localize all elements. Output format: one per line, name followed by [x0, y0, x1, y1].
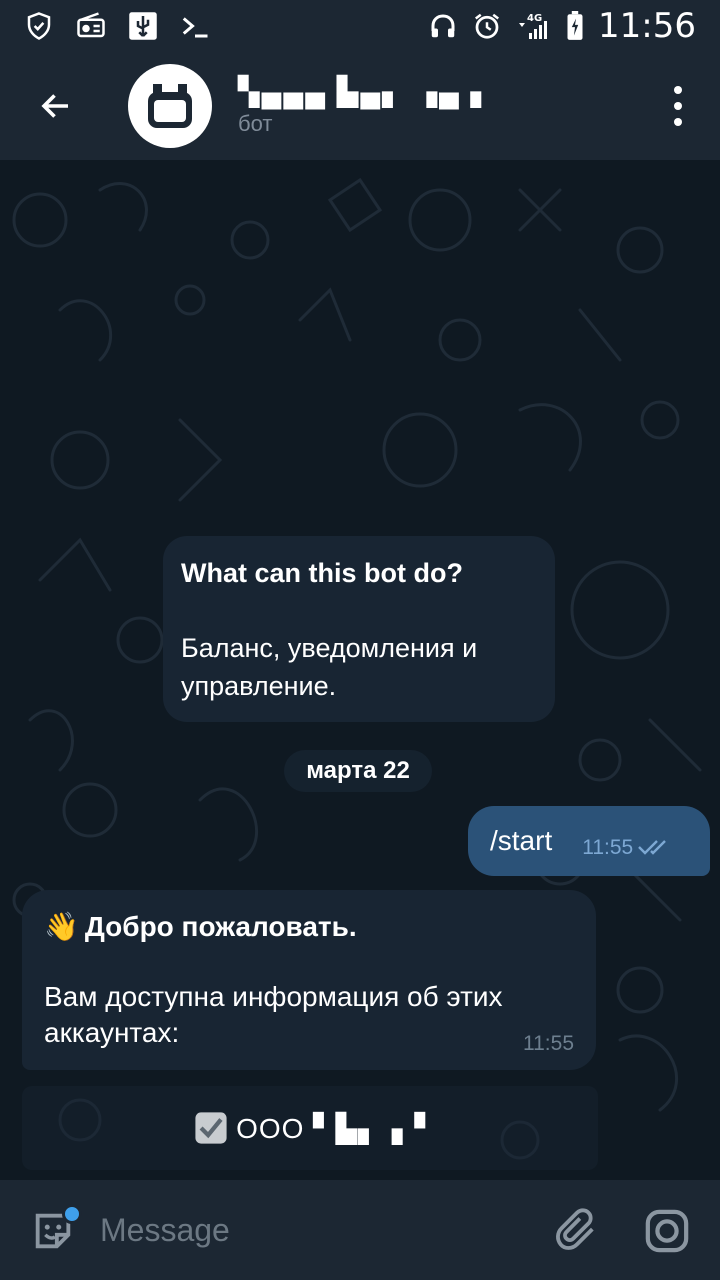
- radio-icon: [77, 12, 105, 38]
- terminal-icon: [182, 17, 208, 38]
- waving-hand-icon: 👋: [44, 911, 79, 942]
- outgoing-message[interactable]: /start 11:55: [468, 806, 710, 876]
- usb-icon: [129, 12, 157, 40]
- headphones-icon: [431, 14, 455, 38]
- avatar[interactable]: [128, 64, 212, 148]
- bot-info-title: What can this bot do?: [181, 558, 463, 588]
- date-separator: марта 22: [284, 750, 432, 792]
- account-keyboard-label: ООО ▘▙▖▗▝: [236, 1112, 426, 1144]
- message-time: 11:55: [523, 1032, 574, 1055]
- camera-icon[interactable]: [644, 1208, 690, 1254]
- more-menu-button[interactable]: [666, 82, 690, 130]
- back-button[interactable]: [28, 78, 84, 134]
- chat-title[interactable]: ▚▄▄▄ ▙▄▖ ▗▄ ▖: [238, 75, 494, 109]
- message-composer: [0, 1180, 720, 1280]
- bot-info-card: What can this bot do? Баланс, уведомлени…: [163, 536, 555, 722]
- shield-icon: [27, 12, 51, 40]
- network-label: 4G: [527, 13, 542, 24]
- chat-subtitle: бот: [238, 111, 273, 136]
- paperclip-icon[interactable]: [554, 1208, 600, 1254]
- battery-icon: [567, 11, 583, 40]
- message-text: Вам доступна информация об этих аккаунта…: [44, 981, 503, 1048]
- message-input[interactable]: [100, 1204, 520, 1256]
- double-check-icon: [638, 840, 667, 855]
- bot-info-description: Баланс, уведомления и управление.: [181, 633, 478, 701]
- message-time: 11:55: [582, 836, 634, 859]
- account-keyboard-button[interactable]: ООО ▘▙▖▗▝: [22, 1086, 598, 1170]
- notification-dot: [62, 1204, 82, 1224]
- signal-icon: 4G: [519, 13, 548, 39]
- more-vertical-icon: [674, 86, 682, 94]
- chat-area[interactable]: What can this bot do? Баланс, уведомлени…: [0, 160, 720, 1180]
- message-title: Добро пожаловать.: [84, 910, 357, 942]
- arrow-left-icon: [41, 94, 68, 118]
- status-bar: 4G 11:56: [0, 0, 720, 52]
- message-text: /start: [490, 825, 553, 856]
- chat-header: ▚▄▄▄ ▙▄▖ ▗▄ ▖ бот: [0, 52, 720, 160]
- alarm-icon: [475, 13, 500, 39]
- incoming-message[interactable]: 👋 Добро пожаловать. Вам доступна информа…: [22, 890, 596, 1070]
- status-time: 11:56: [598, 6, 696, 46]
- bot-logo-icon: [148, 84, 192, 128]
- checkbox-icon: [195, 1112, 227, 1144]
